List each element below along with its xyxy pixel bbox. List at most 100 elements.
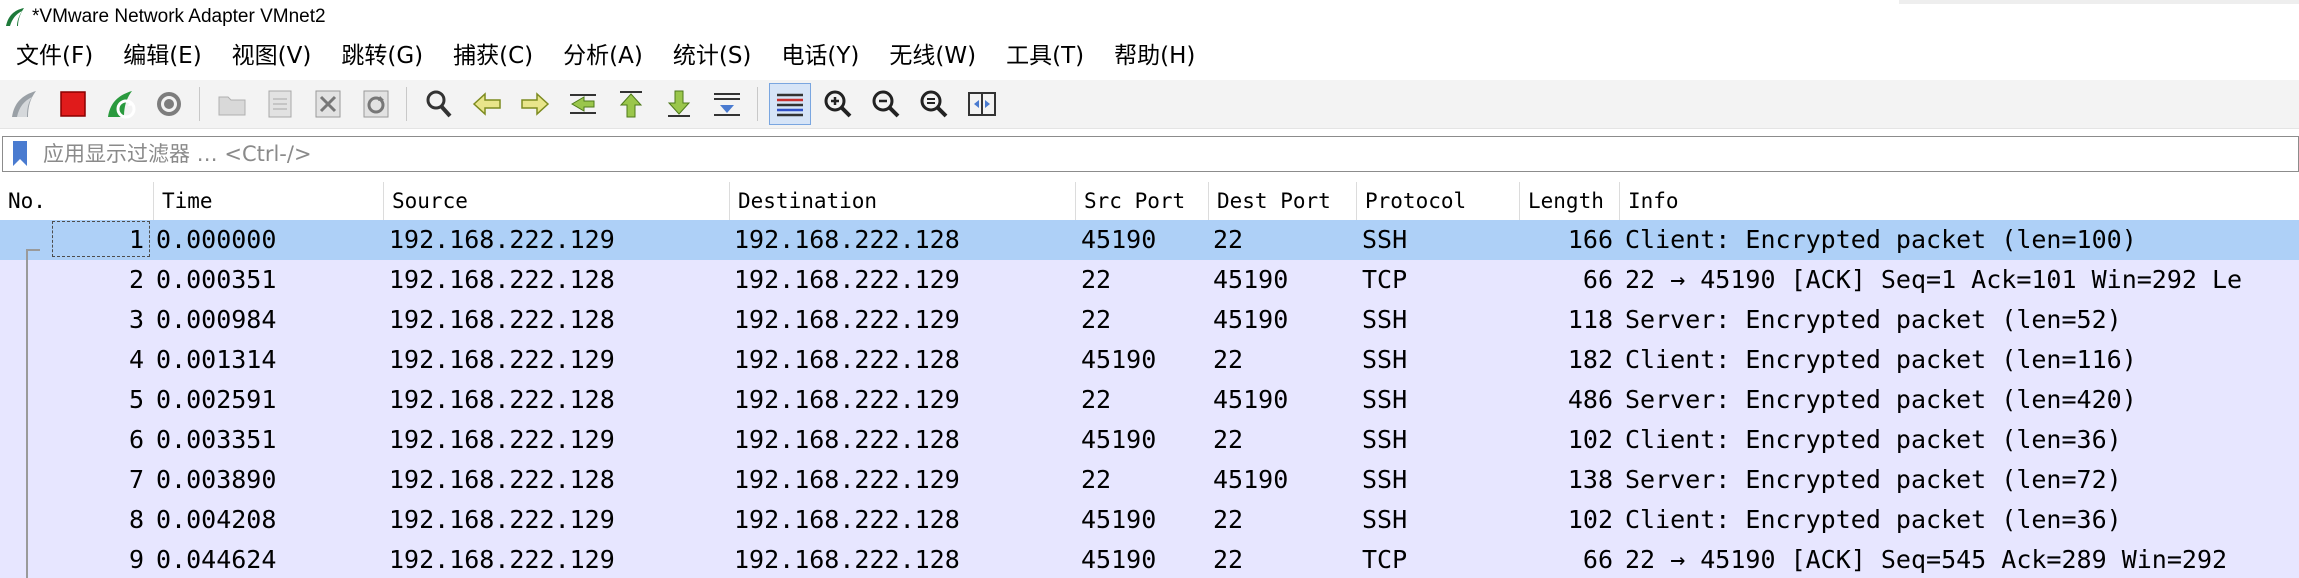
start-capture-icon[interactable] [4,83,46,125]
cell-dest-port: 45190 [1213,265,1289,294]
display-filter-input[interactable] [41,137,2298,171]
title-bar: *VMware Network Adapter VMnet2 [0,0,2299,34]
main-toolbar [0,80,2299,129]
cell-length: 118 [1567,305,1613,334]
cell-destination: 192.168.222.128 [734,505,960,534]
cell-protocol: SSH [1362,385,1408,414]
menu-view[interactable]: 视图(V) [217,36,327,76]
find-packet-icon[interactable] [418,83,460,125]
restart-capture-icon[interactable] [100,83,142,125]
cell-src-port: 45190 [1081,425,1157,454]
auto-scroll-icon[interactable] [706,83,748,125]
column-header-no[interactable]: No. [0,182,153,220]
cell-no: 9 [128,545,144,574]
cell-dest-port: 22 [1213,545,1244,574]
go-first-packet-icon[interactable] [610,83,652,125]
cell-src-port: 45190 [1081,345,1157,374]
window-title: *VMware Network Adapter VMnet2 [32,6,326,27]
cell-protocol: TCP [1362,545,1408,574]
go-back-icon[interactable] [466,83,508,125]
filter-bookmark-icon[interactable] [11,140,29,168]
packet-row[interactable]: 6 0.003351 192.168.222.129 192.168.222.128 4… [0,420,2299,460]
column-header-length[interactable]: Length [1519,182,1619,220]
cell-info: Server: Encrypted packet (len=72) [1625,465,2122,494]
cell-length: 138 [1567,465,1613,494]
column-header-destination[interactable]: Destination [729,182,1075,220]
cell-dest-port: 22 [1213,505,1244,534]
column-header-src-port[interactable]: Src Port [1075,182,1208,220]
cell-source: 192.168.222.129 [389,505,615,534]
cell-destination: 192.168.222.129 [734,385,960,414]
cell-time: 0.003351 [156,425,277,454]
packet-row[interactable]: 4 0.001314 192.168.222.129 192.168.222.128 4… [0,340,2299,380]
cell-time: 0.003890 [156,465,277,494]
packet-row[interactable]: 9 0.044624 192.168.222.129 192.168.222.128 4… [0,540,2299,578]
menu-edit[interactable]: 编辑(E) [108,36,216,76]
cell-no: 4 [128,345,144,374]
cell-no: 7 [128,465,144,494]
packet-row[interactable]: 8 0.004208 192.168.222.129 192.168.222.128 4… [0,500,2299,540]
cell-destination: 192.168.222.128 [734,425,960,454]
cell-protocol: SSH [1362,305,1408,334]
menu-help[interactable]: 帮助(H) [1099,36,1210,76]
go-last-packet-icon[interactable] [658,83,700,125]
cell-src-port: 22 [1081,265,1112,294]
column-header-info[interactable]: Info [1619,182,2299,220]
capture-options-icon[interactable] [148,83,190,125]
close-file-icon[interactable] [307,83,349,125]
cell-source: 192.168.222.129 [389,425,615,454]
cell-time: 0.001314 [156,345,277,374]
go-to-packet-icon[interactable] [562,83,604,125]
column-header-source[interactable]: Source [383,182,729,220]
packet-row[interactable]: 2 0.000351 192.168.222.128 192.168.222.129 2… [0,260,2299,300]
cell-dest-port: 45190 [1213,465,1289,494]
cell-destination: 192.168.222.128 [734,545,960,574]
stop-capture-icon[interactable] [52,83,94,125]
zoom-normal-icon[interactable] [913,83,955,125]
colorize-icon[interactable] [769,83,811,125]
packet-row[interactable]: 7 0.003890 192.168.222.128 192.168.222.129 2… [0,460,2299,500]
open-file-icon[interactable] [211,83,253,125]
reload-file-icon[interactable] [355,83,397,125]
menu-go[interactable]: 跳转(G) [326,36,438,76]
cell-source: 192.168.222.129 [389,225,615,254]
menu-analyze[interactable]: 分析(A) [548,36,658,76]
menu-telephony[interactable]: 电话(Y) [766,36,874,76]
packet-list: 9 0.044624 192.168.222.129 192.168.222.128 4… [0,220,2299,578]
cell-src-port: 22 [1081,465,1112,494]
packet-row[interactable]: 3 0.000984 192.168.222.128 192.168.222.129 2… [0,300,2299,340]
menu-bar: 文件(F) 编辑(E) 视图(V) 跳转(G) 捕获(C) 分析(A) 统计(S) 电话(Y)… [0,36,2299,76]
menu-tools[interactable]: 工具(T) [991,36,1099,76]
cell-dest-port: 22 [1213,345,1244,374]
zoom-in-icon[interactable] [817,83,859,125]
go-forward-icon[interactable] [514,83,556,125]
cell-destination: 192.168.222.128 [734,345,960,374]
cell-time: 0.000984 [156,305,277,334]
cell-no: 3 [128,305,144,334]
cell-dest-port: 22 [1213,225,1244,254]
conversation-tree-line [26,250,28,578]
cell-length: 166 [1567,225,1613,254]
cell-time: 0.044624 [156,545,277,574]
zoom-out-icon[interactable] [865,83,907,125]
column-header-protocol[interactable]: Protocol [1356,182,1519,220]
cell-destination: 192.168.222.129 [734,465,960,494]
column-header-dest-port[interactable]: Dest Port [1208,182,1356,220]
packet-row[interactable]: 5 0.002591 192.168.222.128 192.168.222.129 2… [0,380,2299,420]
resize-columns-icon[interactable] [961,83,1003,125]
cell-src-port: 45190 [1081,545,1157,574]
menu-capture[interactable]: 捕获(C) [438,36,548,76]
menu-wireless[interactable]: 无线(W) [874,36,991,76]
cell-info: Client: Encrypted packet (len=100) [1625,225,2137,254]
cell-source: 192.168.222.128 [389,265,615,294]
menu-file[interactable]: 文件(F) [0,36,108,76]
packet-row[interactable]: 1 0.000000 192.168.222.129 192.168.222.128 4… [0,220,2299,260]
cell-protocol: SSH [1362,465,1408,494]
cell-protocol: SSH [1362,425,1408,454]
menu-statistics[interactable]: 统计(S) [658,36,767,76]
cell-source: 192.168.222.128 [389,465,615,494]
column-header-time[interactable]: Time [153,182,383,220]
cell-no: 6 [128,425,144,454]
cell-time: 0.004208 [156,505,277,534]
save-file-icon[interactable] [259,83,301,125]
